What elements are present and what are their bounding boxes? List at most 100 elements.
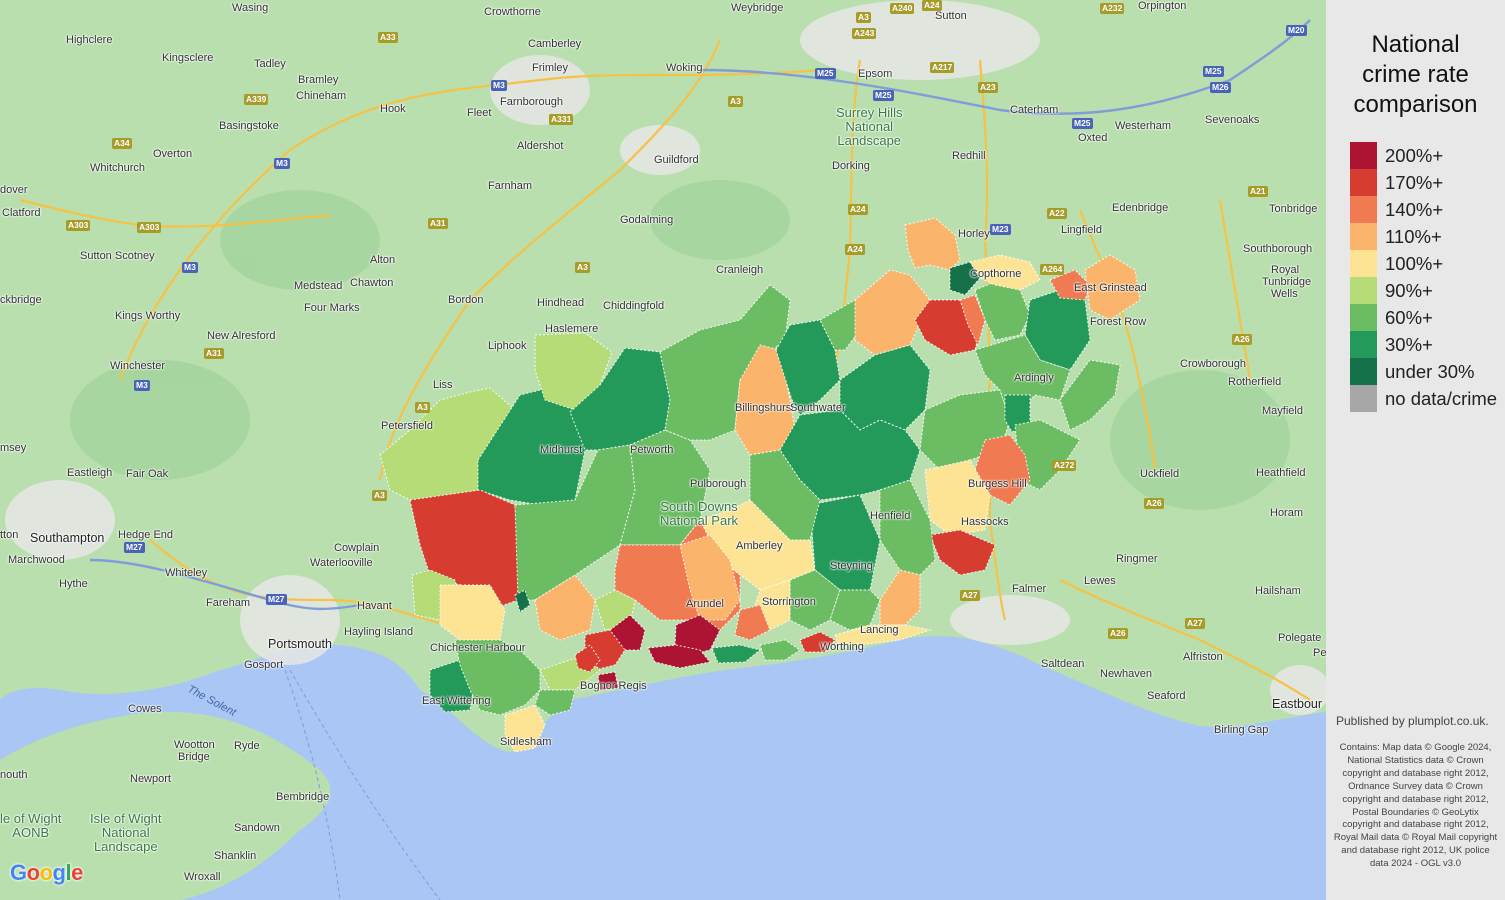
legend-item: 90%+ [1350,277,1497,304]
place-label: Henfield [870,510,911,522]
place-label: Portsmouth [268,637,332,651]
legend-list: 200%+ 170%+ 140%+ 110%+ 100%+ 90%+ 60%+ 30%+ und… [1350,142,1497,412]
place-label: Sutton Scotney [80,250,155,262]
road-shield: M27 [124,542,145,553]
place-label: le of Wight AONB [0,811,62,840]
place-label: Orpington [1138,0,1187,12]
road-shield: A3 [575,262,590,273]
legend-swatch [1350,250,1377,277]
road-shield: A264 [1040,264,1065,275]
road-shield: A26 [1108,628,1128,639]
place-label: Hook [380,103,406,115]
place-label: Edenbridge [1112,202,1169,214]
place-label: Aldershot [517,140,564,152]
legend-item: 110%+ [1350,223,1497,250]
place-label: Kingsclere [162,52,214,64]
place-label: Eastbour [1272,697,1323,711]
place-label: Chawton [350,277,394,289]
place-label: Havant [357,600,392,612]
place-label: Oxted [1078,132,1108,144]
place-label: Tonbridge [1269,203,1318,215]
legend-swatch [1350,385,1377,412]
place-label: Newhaven [1100,668,1152,680]
place-label: Overton [153,148,193,160]
place-label: Marchwood [8,554,65,566]
legend-label: 110%+ [1385,225,1442,247]
legend-swatch [1350,304,1377,331]
place-label: Haslemere [545,323,599,335]
place-label: Westerham [1115,120,1172,132]
place-label: Cranleigh [716,264,764,276]
road-shield: A27 [1185,618,1205,629]
road-shield: A303 [137,222,162,233]
place-label: Saltdean [1041,658,1085,670]
legend-label: 30%+ [1385,333,1433,355]
data-credits: Contains: Map data © Google 2024, Nation… [1333,742,1498,870]
place-label: Caterham [1010,104,1059,116]
place-label: Liss [433,379,453,391]
place-label: Sevenoaks [1205,114,1260,126]
legend-label: 200%+ [1385,144,1444,166]
road-shield: A240 [890,3,915,14]
road-shield: M20 [1286,25,1307,36]
map-view[interactable]: Wasing Crowthorne Weybridge Sutton Orpington… [0,0,1326,900]
place-label: Storrington [762,596,816,608]
legend-swatch [1350,277,1377,304]
road-shield: A27 [960,590,980,601]
place-label: Four Marks [304,302,360,314]
road-shield: M3 [182,262,198,273]
legend-item: 30%+ [1350,331,1497,358]
place-label: Ardingly [1014,372,1054,384]
place-label: Hythe [59,578,88,590]
place-label: Whitchurch [90,162,146,174]
legend-swatch [1350,223,1377,250]
google-logo: Google [10,860,83,885]
place-label: Hedge End [118,529,174,541]
place-label: Bridge [178,751,210,763]
place-label: Birling Gap [1214,724,1269,736]
place-label: Pulborough [690,478,747,490]
legend-item: 170%+ [1350,169,1497,196]
place-label: Hayling Island [344,626,414,638]
place-label: Copthorne [970,268,1022,280]
place-label: Chineham [296,90,347,102]
road-shield: A232 [1100,3,1125,14]
place-label: Pe [1313,647,1326,659]
place-label: Lingfield [1061,224,1102,236]
legend-item: 100%+ [1350,250,1497,277]
place-label: Wroxall [184,871,221,883]
legend-swatch [1350,142,1377,169]
road-shield: M3 [491,80,507,91]
road-shield: A243 [852,28,877,39]
place-label: Uckfield [1140,468,1180,480]
legend-label: 90%+ [1385,279,1433,301]
road-shield: M25 [815,68,836,79]
place-label: Woking [666,62,703,74]
place-label: Eastleigh [67,467,113,479]
road-shield: M27 [266,594,287,605]
road-shield: A31 [204,348,224,359]
road-shield: A34 [112,138,132,149]
place-label: Steyning [830,560,873,572]
place-label: Falmer [1012,583,1047,595]
place-label: Newport [130,773,171,785]
place-label: East Wittering [422,695,491,707]
place-label: Sandown [234,822,280,834]
road-shield: M3 [274,158,290,169]
road-shield: M23 [990,224,1011,235]
place-label: tton [0,529,19,541]
place-label: Petersfield [381,420,433,432]
place-label: ckbridge [0,294,42,306]
place-label: Lancing [860,624,899,636]
legend-swatch [1350,196,1377,223]
place-label: Hailsham [1255,585,1301,597]
place-label: Horley [958,228,990,240]
place-label: Tadley [254,58,286,70]
legend-item: under 30% [1350,358,1497,385]
place-label: Bordon [448,294,484,306]
place-label: Chichester Harbour [430,642,526,654]
place-label: Frimley [532,62,569,74]
place-label: Farnham [488,180,533,192]
place-label: Surrey Hills National Landscape [836,105,903,148]
road-shield: A272 [1052,460,1077,471]
